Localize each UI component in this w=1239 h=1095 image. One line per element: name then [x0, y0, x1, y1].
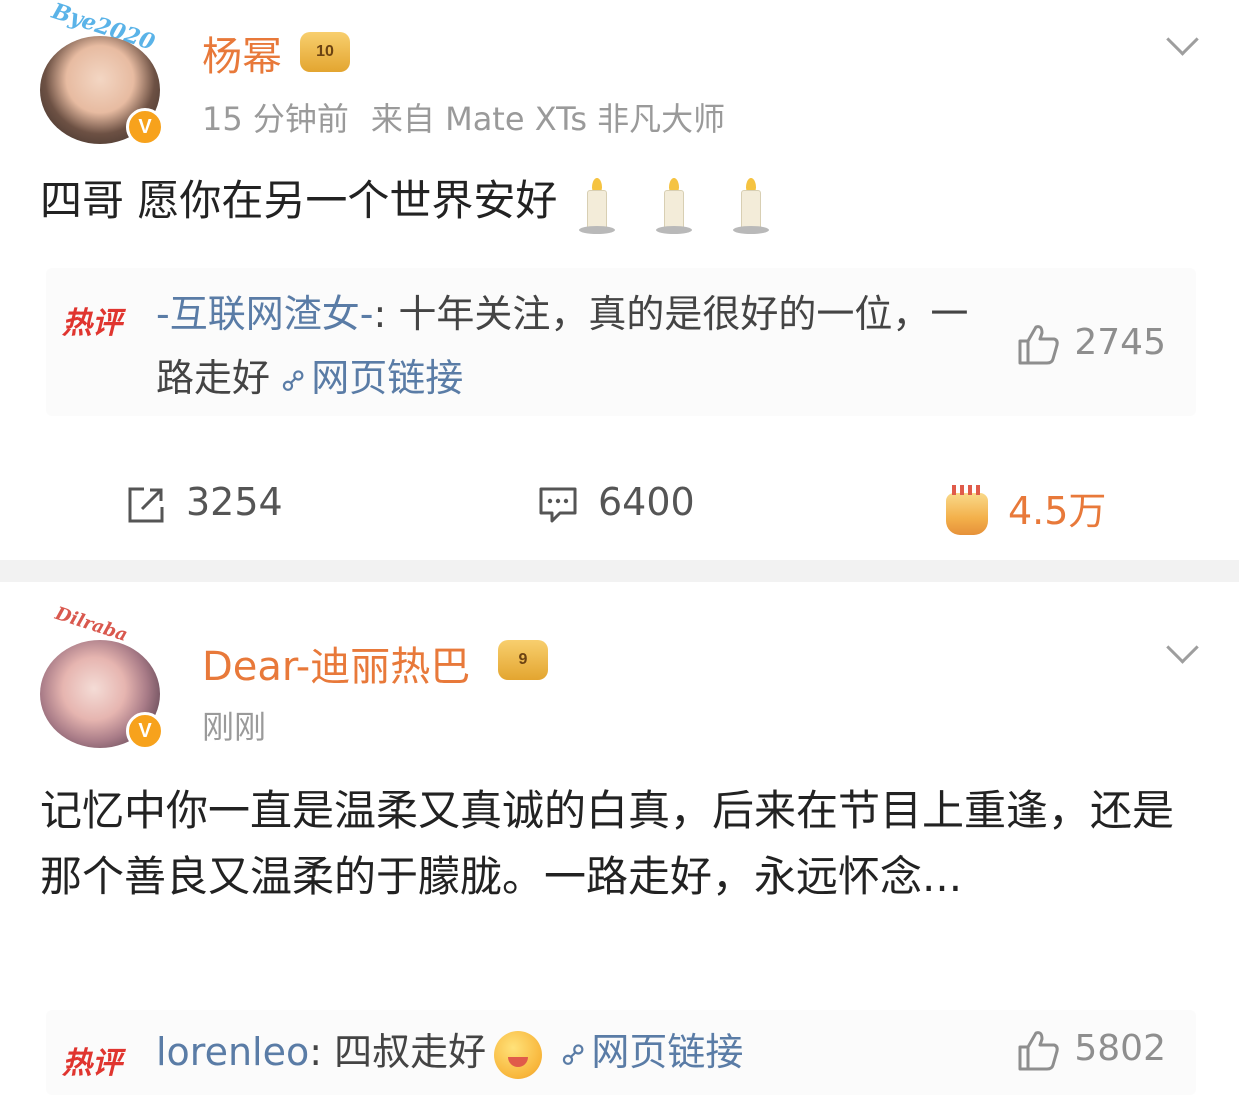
hot-comment-like[interactable]: 5802 [1016, 1028, 1166, 1071]
post-time: 刚刚 [202, 708, 267, 746]
post-meta: 15 分钟前 来自 Mate XTs 非凡大师 [202, 94, 725, 140]
post-time: 15 分钟前 [202, 100, 349, 138]
web-link[interactable]: ⚯网页链接 [273, 356, 463, 403]
candle-icon [578, 178, 615, 234]
like-count: 4.5万 [1008, 489, 1107, 533]
comment-count: 6400 [598, 480, 695, 524]
verified-badge-icon: V [126, 108, 164, 146]
hot-comment-like-count: 5802 [1074, 1028, 1166, 1069]
hot-comment-tag: 热评 [62, 306, 122, 341]
candle-emoji-group [578, 171, 798, 237]
post-content[interactable]: 记忆中你一直是温柔又真诚的白真，后来在节目上重逢，还是那个善良又温柔的于朦胧。一… [40, 778, 1190, 910]
author-name[interactable]: 杨幂 [202, 24, 282, 82]
weibo-post: Bye2020 V 杨幂 10 15 分钟前 来自 Mate XTs 非凡大师 四… [0, 0, 1239, 560]
author-name[interactable]: Dear-迪丽热巴 [202, 634, 470, 692]
thumbs-up-icon [1018, 325, 1060, 365]
hot-comment-tag: 热评 [62, 1046, 122, 1081]
post-text: 记忆中你一直是温柔又真诚的白真，后来在节目上重逢，还是那个善良又温柔的于朦胧。一… [40, 786, 1175, 901]
post-meta: 刚刚 [202, 702, 266, 748]
verified-badge-icon: V [126, 712, 164, 750]
chevron-down-icon[interactable] [1163, 644, 1199, 664]
weibo-post: Dilraba V Dear-迪丽热巴 9 刚刚 记忆中你一直是温柔又真诚的白真… [0, 582, 1239, 1095]
hot-comment[interactable]: 热评 lorenleo: 四叔走好 ⚯网页链接 5802 [46, 1010, 1196, 1095]
hot-comment-user[interactable]: lorenleo [156, 1030, 309, 1074]
hot-comment-like[interactable]: 2745 [1016, 322, 1166, 365]
author-avatar[interactable]: Bye2020 V [36, 0, 164, 146]
comment-icon [539, 487, 577, 522]
hot-comment[interactable]: 热评 -互联网渣女-: 十年关注，真的是很好的一位，一路走好 ⚯网页链接 274… [46, 268, 1196, 416]
post-text: 四哥 愿你在另一个世界安好 [40, 176, 558, 225]
like-button[interactable]: 4.5万 [946, 480, 1106, 535]
post-separator [0, 560, 1239, 582]
chevron-down-icon[interactable] [1163, 36, 1199, 56]
web-link[interactable]: ⚯网页链接 [553, 1030, 743, 1077]
hot-comment-like-count: 2745 [1074, 322, 1166, 363]
hot-comment-text: lorenleo: 四叔走好 ⚯网页链接 [156, 1020, 1056, 1088]
sad-face-emoji-icon [494, 1030, 543, 1079]
post-source: 来自 Mate XTs 非凡大师 [370, 100, 726, 138]
weibo-feed: Bye2020 V 杨幂 10 15 分钟前 来自 Mate XTs 非凡大师 四… [0, 0, 1239, 1095]
hot-comment-body: 四叔走好 [334, 1030, 487, 1074]
hot-comment-user[interactable]: -互联网渣女- [156, 292, 373, 336]
repost-icon [128, 487, 164, 522]
author-avatar[interactable]: Dilraba V [36, 603, 164, 750]
hot-comment-text: -互联网渣女-: 十年关注，真的是很好的一位，一路走好 ⚯网页链接 [156, 282, 986, 414]
post-action-bar: 3254 6400 4.5万 [0, 480, 1239, 540]
repost-count: 3254 [186, 480, 283, 524]
cake-like-icon [946, 484, 988, 535]
crown-badge-icon[interactable]: 10 [300, 32, 350, 72]
candle-icon [733, 178, 770, 234]
candle-icon [656, 178, 693, 234]
post-content[interactable]: 四哥 愿你在另一个世界安好 [40, 168, 1190, 237]
comment-button[interactable]: 6400 [538, 480, 695, 525]
crown-badge-icon[interactable]: 9 [498, 640, 548, 680]
repost-button[interactable]: 3254 [126, 480, 283, 525]
thumbs-up-icon [1018, 1031, 1060, 1071]
